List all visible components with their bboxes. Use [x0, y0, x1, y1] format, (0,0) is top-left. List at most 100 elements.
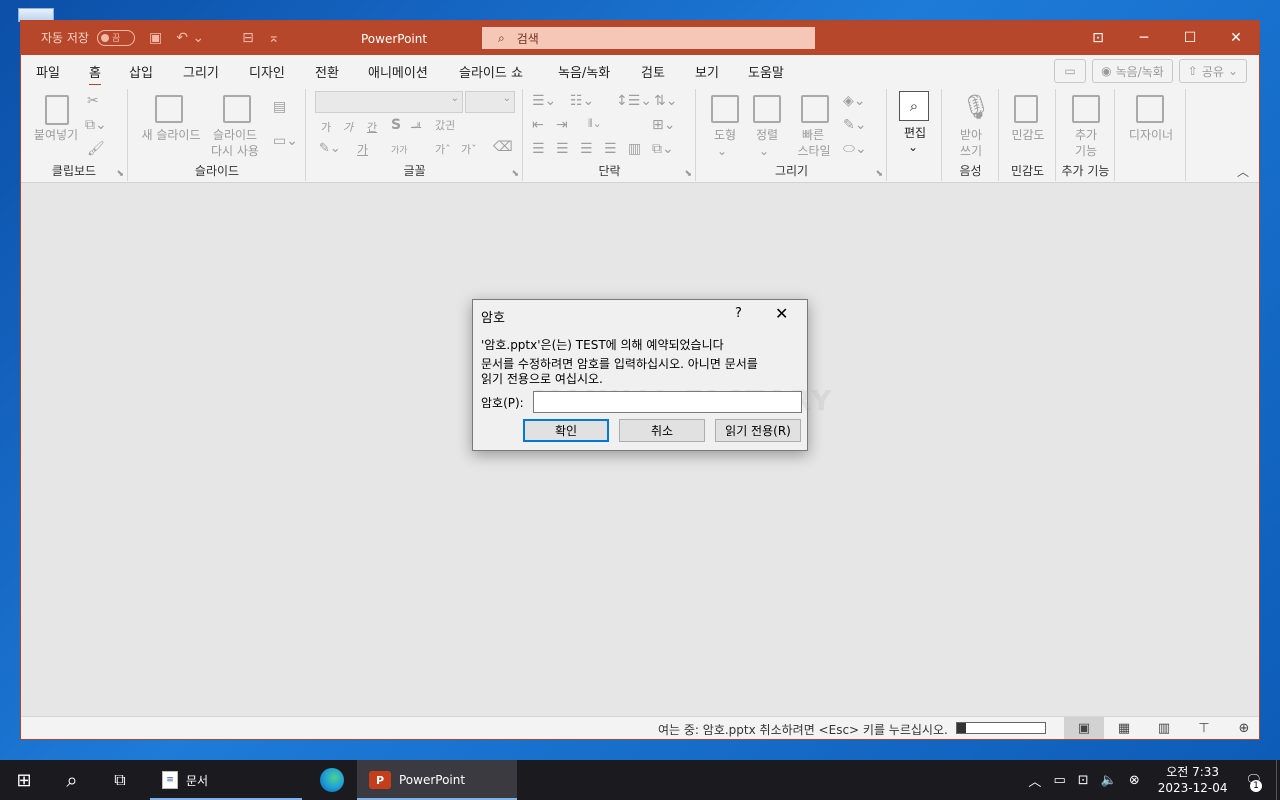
align-right-icon[interactable]: ☰ — [580, 141, 593, 157]
align-text-icon[interactable]: ⊞⌄ — [652, 117, 675, 133]
distributed-icon[interactable]: ▥ — [628, 141, 641, 157]
tab-file[interactable]: 파일 — [36, 62, 60, 81]
autosave-toggle[interactable]: 끔 — [96, 29, 135, 46]
dictate-label-1[interactable]: 받아 — [951, 127, 991, 143]
arrange-icon[interactable] — [753, 95, 781, 123]
italic-button[interactable]: 가 — [343, 119, 353, 135]
read-only-button[interactable]: 읽기 전용(R) — [715, 419, 801, 442]
new-slide-button[interactable]: 새 슬라이드 — [135, 127, 207, 143]
paste-icon[interactable] — [45, 95, 69, 125]
chevron-up-icon[interactable]: ︿ — [1028, 771, 1041, 790]
notification-icon[interactable]: 🗨1 — [1245, 773, 1262, 792]
tab-design[interactable]: 디자인 — [249, 62, 285, 81]
tab-help[interactable]: 도움말 — [748, 62, 784, 81]
arrange-button[interactable]: 정렬 — [747, 127, 787, 143]
justify-icon[interactable]: ☰ — [604, 141, 617, 157]
clock[interactable]: 오전 7:33 2023-12-04 — [1158, 764, 1228, 796]
record-button[interactable]: ◉ 녹음/녹화 — [1092, 59, 1173, 83]
maximize-icon[interactable]: ☐ — [1167, 21, 1213, 55]
shapes-icon[interactable] — [711, 95, 739, 123]
font-launcher-icon[interactable]: ⬊ — [511, 169, 519, 179]
customize-qat-icon[interactable]: ⌅ — [268, 30, 280, 46]
sensitivity-button[interactable]: 민감도 — [1004, 127, 1052, 143]
dialog-close-icon[interactable]: ✕ — [775, 304, 788, 323]
new-slide-icon[interactable] — [155, 95, 183, 123]
addins-label-1[interactable]: 추가 — [1065, 127, 1107, 143]
char-spacing-button[interactable]: 갔긘 — [435, 117, 455, 133]
search-taskbar-icon[interactable]: ⌕ — [48, 760, 96, 800]
shape-fill-icon[interactable]: ◈⌄ — [843, 93, 866, 109]
microphone-icon[interactable]: 🎙 — [961, 93, 991, 121]
share-button[interactable]: ⇧ 공유 ⌄ — [1178, 59, 1247, 83]
search-box[interactable]: ⌕ 검색 — [482, 27, 815, 49]
taskbar-app-powerpoint[interactable]: P PowerPoint — [357, 760, 517, 800]
addins-label-2[interactable]: 기능 — [1065, 143, 1107, 159]
decrease-indent-icon[interactable]: ⇤ — [532, 117, 544, 133]
tab-draw[interactable]: 그리기 — [183, 62, 219, 81]
status-error-icon[interactable]: ⊗ — [1129, 773, 1140, 788]
underline-button[interactable]: 간 — [367, 119, 377, 135]
font-size-combo[interactable] — [465, 91, 515, 113]
addins-icon[interactable] — [1072, 95, 1100, 123]
tab-animations[interactable]: 애니메이션 — [368, 62, 428, 81]
ribbon-display-icon[interactable]: ⊡ — [1075, 21, 1121, 55]
shapes-button[interactable]: 도형 — [705, 127, 745, 143]
fit-slide-icon[interactable]: ⊕ — [1224, 717, 1259, 739]
shrink-font-button[interactable]: 가ˇ — [461, 141, 477, 157]
font-name-combo[interactable] — [315, 91, 463, 113]
quick-styles-label-2[interactable]: 스타일 — [787, 143, 841, 159]
close-icon[interactable]: ✕ — [1213, 21, 1259, 55]
show-desktop-button[interactable] — [1276, 760, 1280, 800]
save-icon[interactable]: ▣ — [149, 30, 162, 46]
paste-button[interactable]: 붙여넣기 — [31, 127, 81, 143]
line-spacing-icon[interactable]: ↕☰⌄ — [616, 93, 652, 109]
cancel-button[interactable]: 취소 — [619, 419, 705, 442]
paragraph-launcher-icon[interactable]: ⬊ — [684, 169, 692, 179]
password-input[interactable] — [533, 391, 802, 413]
reading-view-icon[interactable]: ▥ — [1144, 717, 1184, 739]
font-color-button[interactable]: 가 — [357, 141, 368, 158]
slide-sorter-icon[interactable]: ▦ — [1104, 717, 1144, 739]
tab-transitions[interactable]: 전환 — [315, 62, 339, 81]
ok-button[interactable]: 확인 — [523, 419, 609, 442]
tab-view[interactable]: 보기 — [695, 62, 719, 81]
comments-button[interactable]: ▭ — [1054, 59, 1087, 83]
help-button[interactable]: ? — [735, 306, 742, 321]
shadow-button[interactable]: S — [391, 117, 401, 133]
format-painter-icon[interactable]: 🖌 — [87, 141, 105, 157]
strikethrough-button[interactable]: ᆊ — [411, 119, 421, 135]
minimize-icon[interactable]: ─ — [1121, 21, 1167, 55]
numbering-icon[interactable]: ☷⌄ — [570, 93, 594, 109]
network-icon[interactable]: ⊡ — [1078, 773, 1089, 788]
shape-outline-icon[interactable]: ✎⌄ — [843, 117, 866, 133]
taskbar-app-document[interactable]: ≡ 문서 — [150, 760, 302, 800]
grow-font-button[interactable]: 가ˆ — [435, 141, 451, 157]
tab-slideshow[interactable]: 슬라이드 쇼 — [459, 62, 523, 81]
quick-styles-label-1[interactable]: 빠른 — [791, 127, 835, 143]
sensitivity-icon[interactable] — [1014, 95, 1038, 123]
tab-home[interactable]: 홈 — [89, 62, 101, 87]
section-icon[interactable]: ▭⌄ — [273, 133, 298, 149]
smartart-icon[interactable]: ⧉⌄ — [652, 141, 674, 157]
clipboard-launcher-icon[interactable]: ⬊ — [116, 169, 124, 179]
columns-icon[interactable]: ⫴⌄ — [588, 117, 602, 131]
find-icon[interactable]: ⌕ — [899, 91, 929, 121]
tab-review[interactable]: 검토 — [641, 62, 665, 81]
battery-icon[interactable]: ▭ — [1053, 773, 1065, 788]
normal-view-icon[interactable]: ▣ — [1064, 717, 1104, 739]
reuse-slides-label-1[interactable]: 슬라이드 — [205, 127, 265, 143]
align-center-icon[interactable]: ☰ — [556, 141, 569, 157]
designer-button[interactable]: 디자이너 — [1120, 127, 1182, 143]
tab-insert[interactable]: 삽입 — [129, 62, 153, 81]
align-left-icon[interactable]: ☰ — [532, 141, 545, 157]
bullets-icon[interactable]: ☰⌄ — [532, 93, 556, 109]
change-case-button[interactable]: 가가 — [391, 143, 408, 156]
undo-icon[interactable]: ↶ ⌄ — [176, 30, 204, 46]
bold-button[interactable]: 가 — [321, 119, 331, 135]
text-direction-icon[interactable]: ⇅⌄ — [654, 93, 677, 109]
layout-icon[interactable]: ▤ — [273, 99, 286, 115]
tab-record[interactable]: 녹음/녹화 — [558, 62, 610, 81]
taskbar-app-edge[interactable] — [308, 760, 356, 800]
reuse-slides-label-2[interactable]: 다시 사용 — [205, 143, 265, 159]
highlight-icon[interactable]: ✎⌄ — [319, 141, 341, 156]
